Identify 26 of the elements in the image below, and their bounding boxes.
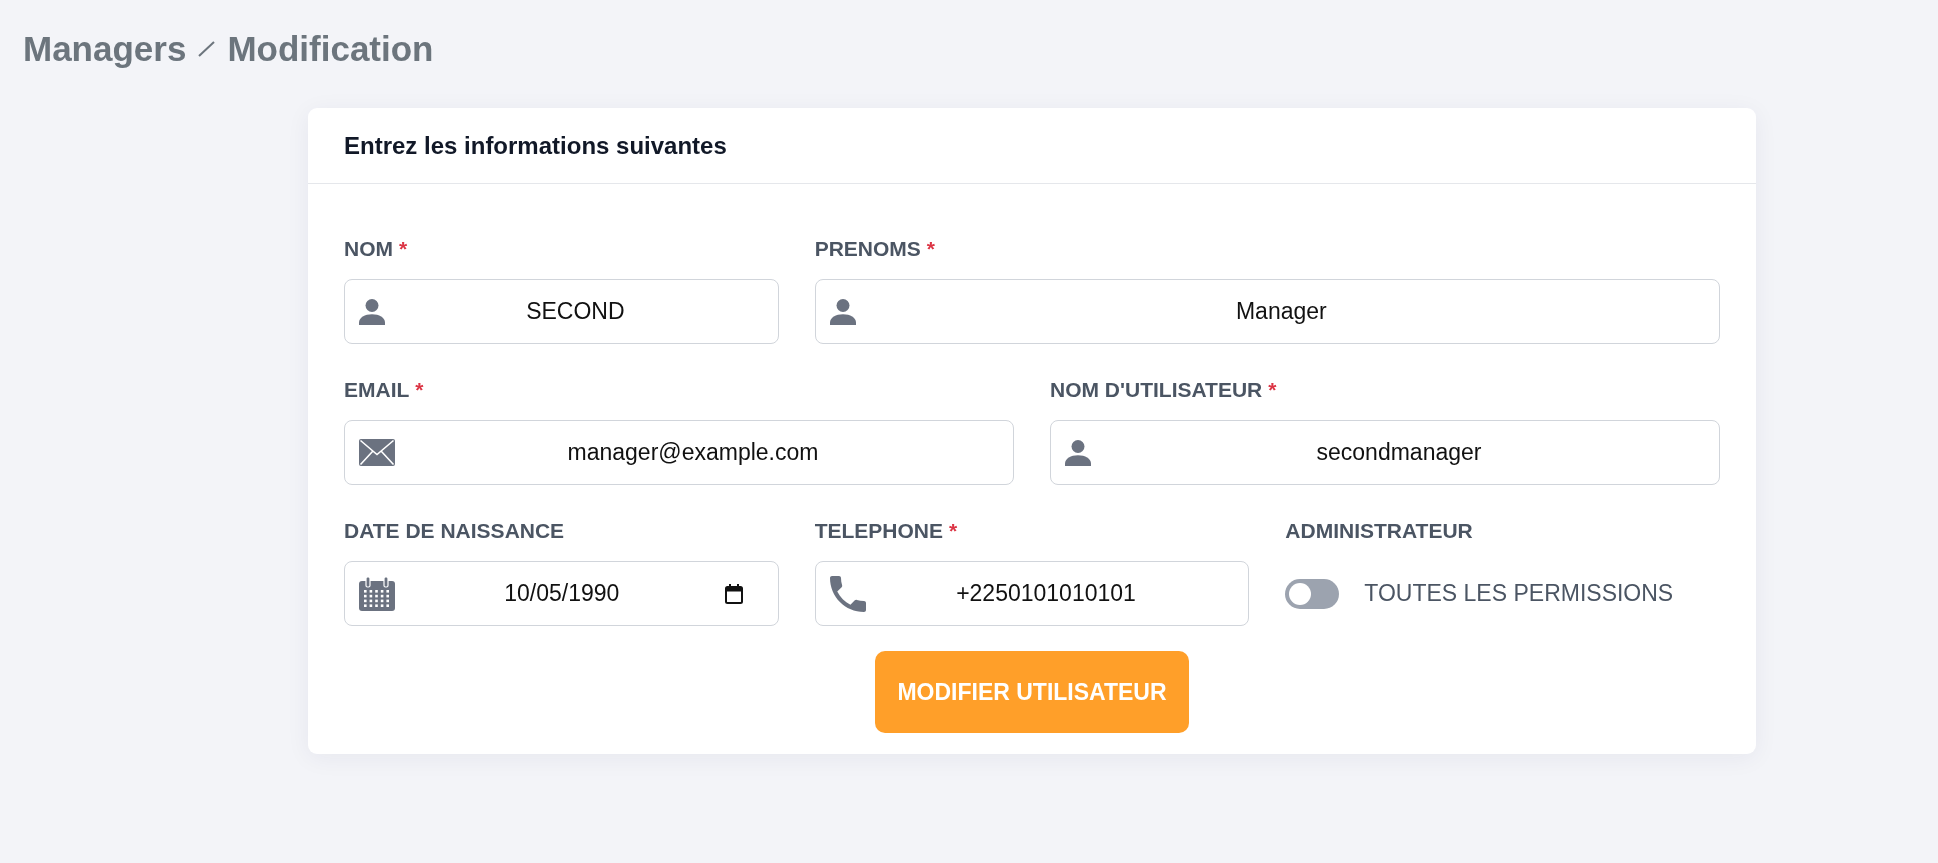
phone-icon (829, 575, 866, 612)
person-icon (359, 298, 385, 325)
field-label: TELEPHONE * (814, 519, 959, 542)
phone-field[interactable]: +2250101010101 (814, 561, 1250, 626)
breadcrumb-separator-icon (198, 40, 216, 57)
email-field[interactable]: manager@example.com (344, 420, 1014, 485)
envelope-icon (359, 439, 395, 466)
person-icon (829, 298, 856, 325)
field-label: DATE DE NAISSANCE (344, 519, 566, 542)
breadcrumb-current: Modification (227, 28, 434, 69)
field-label: NOM D'UTILISATEUR * (1050, 378, 1278, 401)
date-field[interactable]: 10/05/1990 (344, 561, 779, 626)
calendar-icon (359, 576, 395, 611)
field-label: NOM * (344, 237, 409, 260)
toggle-switch[interactable] (1285, 578, 1340, 609)
person-icon (1065, 439, 1091, 466)
card-title: Entrez les informations suivantes (344, 131, 728, 161)
text-field[interactable]: secondmanager (1050, 420, 1720, 485)
text-field[interactable]: SECOND (344, 279, 779, 344)
text-field[interactable]: Manager (814, 279, 1720, 344)
calendar-icon[interactable] (724, 583, 743, 604)
field-label: ADMINISTRATEUR (1285, 519, 1474, 542)
field-label: PRENOMS * (814, 237, 937, 260)
field-label: EMAIL * (344, 378, 425, 401)
breadcrumb-link[interactable]: Managers (23, 28, 187, 69)
toggle-label: TOUTES LES PERMISSIONS (1364, 580, 1674, 607)
